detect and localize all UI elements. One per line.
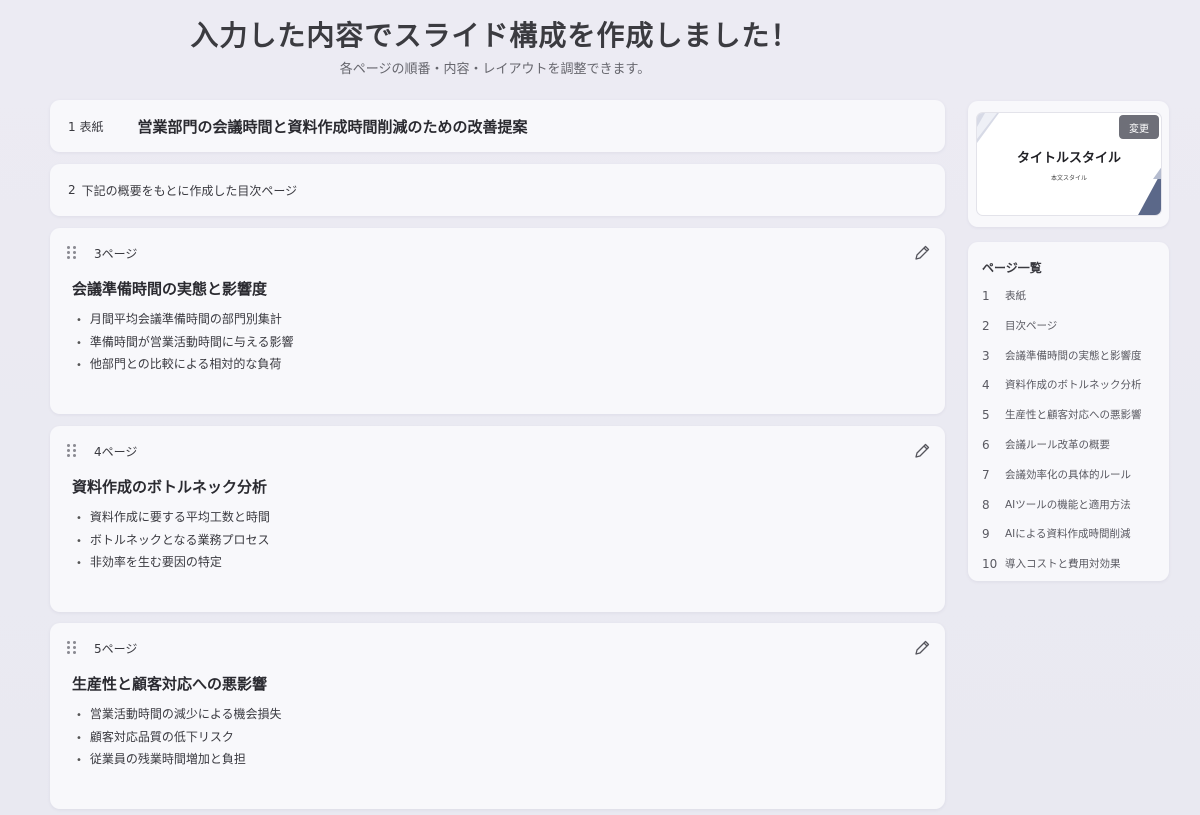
page-list-label: 表紙 <box>1005 290 1026 302</box>
page-list-label: 目次ページ <box>1005 319 1058 332</box>
toc-number: 2 <box>68 183 76 197</box>
page-list-number: 7 <box>982 467 990 482</box>
page-header: 入力した内容でスライド構成を作成しました！ 各ページの順番・内容・レイアウトを調… <box>0 0 1200 100</box>
page-list-number: 2 <box>982 318 990 333</box>
page-list-label: 会議準備時間の実態と影響度 <box>1005 349 1142 362</box>
slide-card-page-5[interactable]: 5ページ 生産性と顧客対応への悪影響 営業活動時間の減少による機会損失 顧客対応… <box>50 623 945 809</box>
page-list-number: 4 <box>982 378 990 393</box>
page-list-number: 9 <box>982 527 990 542</box>
page-number-label: 4ページ <box>94 445 138 459</box>
page-list-item[interactable]: 7 会議効率化の具体的ルール <box>982 465 1142 495</box>
slide-title[interactable]: 会議準備時間の実態と影響度 <box>72 278 267 299</box>
page-list-heading: ページ一覧 <box>982 261 1042 275</box>
page-list-label: 会議効率化の具体的ルール <box>1005 468 1131 481</box>
drag-handle-icon[interactable] <box>67 641 77 655</box>
slide-card-cover[interactable]: 1 表紙 営業部門の会議時間と資料作成時間削減のための改善提案 <box>50 100 945 152</box>
bullet-item[interactable]: 従業員の残業時間増加と負担 <box>76 748 282 771</box>
page-list-item[interactable]: 1 表紙 <box>982 286 1142 316</box>
page-list-item[interactable]: 10 導入コストと費用対効果 <box>982 554 1142 584</box>
bullet-item[interactable]: 資料作成に要する平均工数と時間 <box>76 506 270 529</box>
page-list: 1 表紙 2 目次ページ 3 会議準備時間の実態と影響度 4 資料作成のボトルネック分析… <box>982 286 1142 584</box>
bullet-item[interactable]: 月間平均会議準備時間の部門別集計 <box>76 308 294 331</box>
slide-title[interactable]: 生産性と顧客対応への悪影響 <box>72 673 267 694</box>
change-style-button[interactable]: 変更 <box>1119 115 1159 139</box>
pencil-icon[interactable] <box>913 639 931 657</box>
page-list-label: AIツールの機能と適用方法 <box>1005 498 1131 511</box>
page-list-number: 3 <box>982 348 990 363</box>
cover-number-label: 1 表紙 <box>68 119 104 134</box>
page-list-item[interactable]: 3 会議準備時間の実態と影響度 <box>982 346 1142 376</box>
bullet-list: 営業活動時間の減少による機会損失 顧客対応品質の低下リスク 従業員の残業時間増加… <box>76 703 282 771</box>
drag-handle-icon[interactable] <box>67 246 77 260</box>
page-list-item[interactable]: 6 会議ルール改革の概要 <box>982 435 1142 465</box>
bullet-item[interactable]: 営業活動時間の減少による機会損失 <box>76 703 282 726</box>
page-list-label: 資料作成のボトルネック分析 <box>1005 379 1142 392</box>
bullet-item[interactable]: 準備時間が営業活動時間に与える影響 <box>76 331 294 354</box>
page-list-item[interactable]: 8 AIツールの機能と適用方法 <box>982 495 1142 525</box>
bullet-list: 月間平均会議準備時間の部門別集計 準備時間が営業活動時間に与える影響 他部門との… <box>76 308 294 376</box>
drag-handle-icon[interactable] <box>67 444 77 458</box>
page-list-number: 8 <box>982 497 990 512</box>
page-list-label: 生産性と顧客対応への悪影響 <box>1005 409 1142 422</box>
bullet-item[interactable]: 非効率を生む要因の特定 <box>76 551 270 574</box>
slide-title[interactable]: 資料作成のボトルネック分析 <box>72 476 267 497</box>
page-list-item[interactable]: 5 生産性と顧客対応への悪影響 <box>982 405 1142 435</box>
bullet-item[interactable]: ボトルネックとなる業務プロセス <box>76 529 270 552</box>
page-list-number: 6 <box>982 437 990 452</box>
page-number-label: 3ページ <box>94 247 138 261</box>
slide-card-page-4[interactable]: 4ページ 資料作成のボトルネック分析 資料作成に要する平均工数と時間 ボトルネッ… <box>50 426 945 612</box>
style-panel: タイトルスタイル 本文スタイル 変更 <box>968 101 1169 227</box>
page-list-label: 導入コストと費用対効果 <box>1005 558 1121 571</box>
page-list-number: 10 <box>982 557 998 572</box>
page-list-panel: ページ一覧 1 表紙 2 目次ページ 3 会議準備時間の実態と影響度 4 資料作成のボト… <box>968 242 1169 581</box>
page-subtitle: 各ページの順番・内容・レイアウトを調整できます。 <box>339 62 651 77</box>
pencil-icon[interactable] <box>913 244 931 262</box>
thumb-body: 本文スタイル <box>1050 175 1087 182</box>
page-list-number: 5 <box>982 408 990 423</box>
page-title: 入力した内容でスライド構成を作成しました！ <box>190 19 800 52</box>
slide-card-toc[interactable]: 2 下記の概要をもとに作成した目次ページ <box>50 164 945 216</box>
page-list-item[interactable]: 2 目次ページ <box>982 316 1142 346</box>
page-list-item[interactable]: 4 資料作成のボトルネック分析 <box>982 375 1142 405</box>
page-list-label: AIによる資料作成時間削減 <box>1005 528 1131 541</box>
page-list-item[interactable]: 9 AIによる資料作成時間削減 <box>982 524 1142 554</box>
page-list-number: 1 <box>982 289 990 303</box>
pencil-icon[interactable] <box>913 442 931 460</box>
bullet-list: 資料作成に要する平均工数と時間 ボトルネックとなる業務プロセス 非効率を生む要因… <box>76 506 270 574</box>
toc-text[interactable]: 下記の概要をもとに作成した目次ページ <box>82 182 298 199</box>
cover-title[interactable]: 営業部門の会議時間と資料作成時間削減のための改善提案 <box>137 116 527 137</box>
bullet-item[interactable]: 顧客対応品質の低下リスク <box>76 726 282 749</box>
page-number-label: 5ページ <box>94 642 138 656</box>
page-list-label: 会議ルール改革の概要 <box>1005 438 1110 451</box>
thumb-title: タイトルスタイル <box>1016 151 1121 166</box>
slide-card-page-3[interactable]: 3ページ 会議準備時間の実態と影響度 月間平均会議準備時間の部門別集計 準備時間… <box>50 228 945 414</box>
bullet-item[interactable]: 他部門との比較による相対的な負荷 <box>76 353 294 376</box>
